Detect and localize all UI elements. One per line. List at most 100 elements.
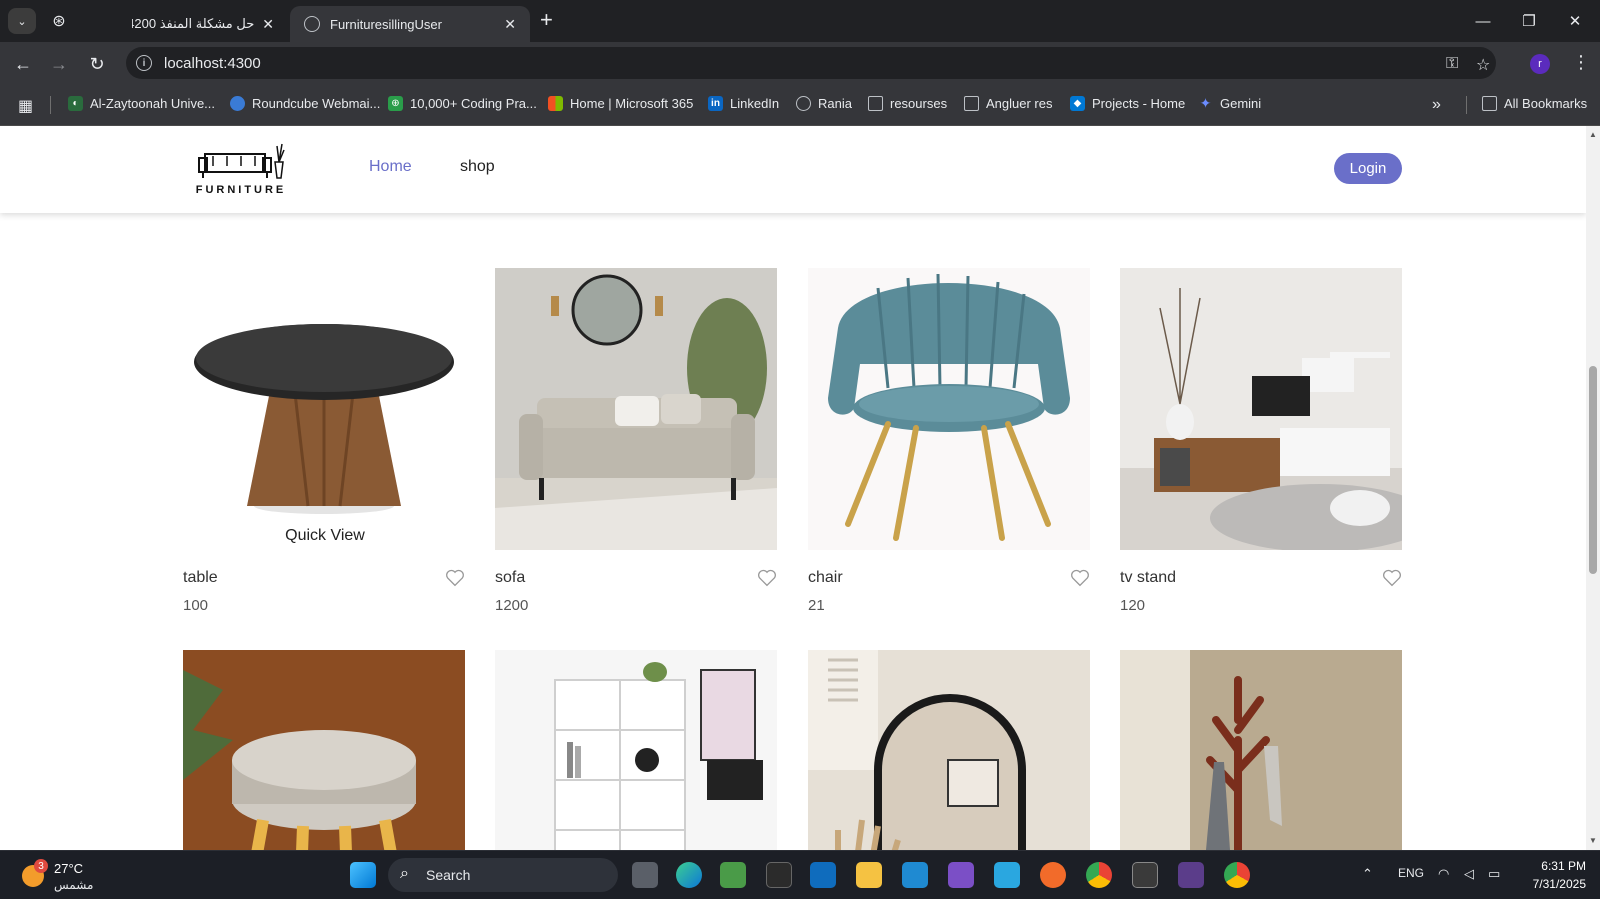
quick-view-button[interactable]: Quick View: [257, 520, 393, 550]
weather-widget[interactable]: 3 27°C مشمس: [20, 857, 100, 895]
divider: [50, 96, 51, 114]
bookmark-angluer[interactable]: Angluer res: [964, 96, 1052, 111]
close-icon[interactable]: ✕: [504, 16, 516, 33]
heart-icon[interactable]: [757, 569, 777, 587]
remote-desktop-icon[interactable]: [994, 862, 1020, 888]
bookmark-resourses[interactable]: resourses: [868, 96, 947, 111]
app-icon[interactable]: [720, 862, 746, 888]
login-button[interactable]: Login: [1334, 153, 1402, 184]
product-image-stool[interactable]: [183, 650, 465, 850]
bookmark-projects[interactable]: ◆ Projects - Home: [1070, 96, 1185, 111]
menu-icon[interactable]: ⋮: [1572, 52, 1590, 73]
bookmark-linkedin[interactable]: in LinkedIn: [708, 96, 779, 111]
windows-start-icon[interactable]: [350, 862, 376, 888]
visual-studio-icon[interactable]: [948, 862, 974, 888]
product-name[interactable]: chair: [808, 569, 843, 587]
product-name[interactable]: tv stand: [1120, 569, 1176, 587]
url-text[interactable]: localhost:4300: [164, 55, 261, 72]
projects-icon: ◆: [1070, 96, 1085, 111]
product-name[interactable]: table: [183, 569, 218, 587]
battery-icon[interactable]: ▭: [1488, 866, 1500, 882]
apps-grid-icon[interactable]: ▦: [18, 96, 33, 116]
wifi-icon[interactable]: ◠: [1438, 866, 1449, 882]
key-icon[interactable]: ⚿: [1446, 55, 1458, 73]
bookmark-rania[interactable]: Rania: [796, 96, 852, 111]
tab-furniture[interactable]: FurnituresillingUser ✕: [290, 6, 530, 42]
tab-search-button[interactable]: ⌄: [8, 8, 36, 34]
tab-port-problem[interactable]: حل مشكلة المنفذ 4200 ✕: [118, 6, 288, 42]
system-clock[interactable]: 6:31 PM 7/31/2025: [1518, 857, 1586, 893]
file-explorer-icon[interactable]: [856, 862, 882, 888]
address-bar[interactable]: i localhost:4300 ⚿ ☆: [126, 47, 1496, 79]
product-card[interactable]: [495, 650, 777, 850]
bookmark-coding[interactable]: ⊕ 10,000+ Coding Pra...: [388, 96, 537, 111]
scroll-down-icon[interactable]: ▼: [1588, 836, 1598, 845]
postman-icon[interactable]: [1040, 862, 1066, 888]
git-bash-icon[interactable]: [1178, 862, 1204, 888]
product-card[interactable]: [183, 650, 465, 850]
reload-icon[interactable]: ↻: [84, 51, 110, 77]
product-card[interactable]: Quick View table 100: [183, 268, 465, 614]
all-bookmarks[interactable]: All Bookmarks: [1482, 96, 1587, 111]
product-card[interactable]: [808, 650, 1090, 850]
product-card[interactable]: chair 21: [808, 268, 1090, 614]
edge-icon[interactable]: [676, 862, 702, 888]
taskbar-search[interactable]: ⌕ Search: [388, 858, 618, 892]
volume-icon[interactable]: ◁: [1464, 866, 1474, 882]
task-view-icon[interactable]: [632, 862, 658, 888]
outlook-icon[interactable]: [810, 862, 836, 888]
product-image-bookshelf[interactable]: [495, 650, 777, 850]
product-image-chair[interactable]: [808, 268, 1090, 550]
chrome-icon[interactable]: [1224, 862, 1250, 888]
new-tab-button[interactable]: +: [540, 9, 553, 31]
logo[interactable]: FURNITURE: [183, 140, 299, 196]
bookmark-microsoft[interactable]: Home | Microsoft 365: [548, 96, 693, 111]
cmd-icon[interactable]: [1132, 862, 1158, 888]
heart-icon[interactable]: [1382, 569, 1402, 587]
vscode-icon[interactable]: [902, 862, 928, 888]
product-card[interactable]: sofa 1200: [495, 268, 777, 614]
back-icon[interactable]: ←: [10, 51, 36, 77]
bookmark-gemini[interactable]: ✦ Gemini: [1198, 95, 1262, 111]
product-card[interactable]: [1120, 650, 1402, 850]
scrollbar-thumb[interactable]: [1589, 366, 1597, 574]
chrome-icon[interactable]: [1086, 862, 1112, 888]
mirror-illustration: [808, 650, 1090, 850]
star-icon[interactable]: ☆: [1476, 55, 1490, 75]
heart-icon[interactable]: [445, 569, 465, 587]
bookmark-roundcube[interactable]: Roundcube Webmai...: [230, 96, 380, 111]
product-image-table[interactable]: Quick View: [183, 268, 465, 550]
nav-home-link[interactable]: Home: [369, 158, 412, 176]
product-name[interactable]: sofa: [495, 569, 525, 587]
roundcube-icon: [230, 96, 245, 111]
product-image-mirror[interactable]: [808, 650, 1090, 850]
notification-badge: 3: [34, 859, 48, 873]
folder-icon: [1482, 96, 1497, 111]
product-image-coat-rack[interactable]: [1120, 650, 1402, 850]
product-image-tv-stand[interactable]: [1120, 268, 1402, 550]
page-scrollbar[interactable]: ▲ ▼: [1586, 126, 1600, 850]
tray-overflow-icon[interactable]: ⌃: [1362, 866, 1373, 882]
terminal-icon[interactable]: [766, 862, 792, 888]
scroll-up-icon[interactable]: ▲: [1588, 130, 1598, 139]
product-price: 100: [183, 597, 209, 614]
close-icon[interactable]: ✕: [262, 16, 274, 33]
search-label: Search: [426, 867, 471, 883]
nav-shop-link[interactable]: shop: [460, 158, 495, 176]
more-bookmarks-icon[interactable]: »: [1432, 96, 1441, 114]
coding-icon: ⊕: [388, 96, 403, 111]
product-card[interactable]: tv stand 120: [1120, 268, 1402, 614]
product-image-sofa[interactable]: [495, 268, 777, 550]
globe-icon: [304, 16, 320, 32]
minimize-icon[interactable]: —: [1460, 6, 1506, 36]
folder-icon: [868, 96, 883, 111]
heart-icon[interactable]: [1070, 569, 1090, 587]
language-indicator[interactable]: ENG: [1398, 866, 1424, 880]
site-info-icon[interactable]: i: [136, 55, 152, 71]
restore-icon[interactable]: ❐: [1506, 6, 1552, 36]
bookmark-zaytoonah[interactable]: ◐ Al-Zaytoonah Unive...: [68, 96, 215, 111]
avatar[interactable]: r: [1530, 54, 1550, 74]
forward-icon[interactable]: →: [46, 51, 72, 77]
close-window-icon[interactable]: ✕: [1552, 6, 1598, 36]
chatgpt-icon[interactable]: ⊛: [48, 10, 70, 32]
